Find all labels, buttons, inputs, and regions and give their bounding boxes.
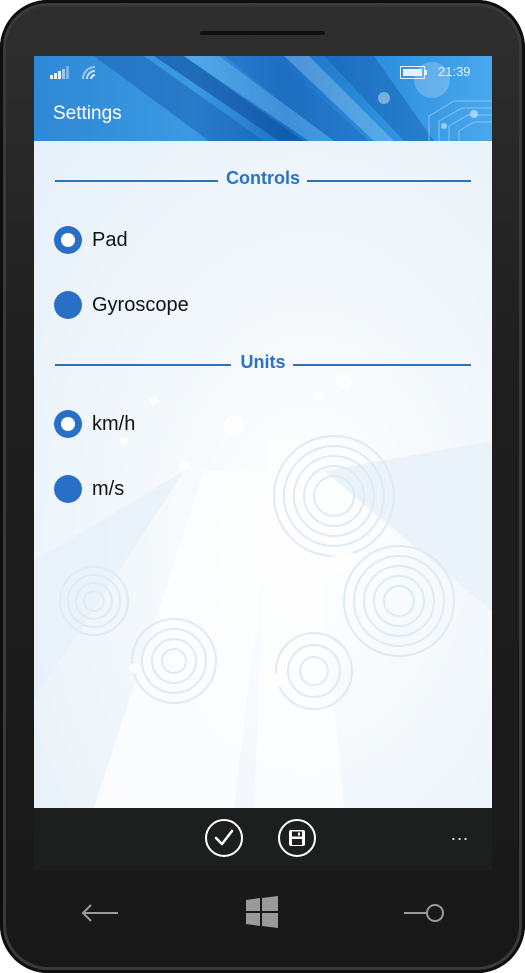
radio-button[interactable]	[54, 475, 82, 503]
radio-option-ms[interactable]: m/s	[54, 472, 124, 506]
check-icon	[214, 829, 234, 846]
radio-label: m/s	[92, 477, 125, 500]
earpiece-speaker	[200, 31, 325, 35]
battery-icon	[400, 66, 427, 79]
status-time: 21:39	[438, 64, 471, 79]
save-icon	[289, 830, 305, 846]
units-section-header: Units	[55, 351, 471, 377]
units-section-title: Units	[240, 352, 286, 372]
radio-option-kmh[interactable]: km/h	[54, 407, 135, 441]
radio-button-selected[interactable]	[54, 410, 82, 438]
radio-option-gyroscope[interactable]: Gyroscope	[54, 288, 189, 322]
page-header: 21:39 Settings	[34, 56, 492, 141]
more-options-button[interactable]: ...	[442, 825, 478, 851]
page-title: Settings	[53, 103, 122, 124]
phone-frame: 21:39 Settings Controls Pad Gyroscope Un…	[0, 0, 525, 973]
radio-label: Pad	[92, 228, 128, 251]
back-icon[interactable]	[80, 902, 120, 924]
settings-content: Controls Pad Gyroscope Units km/h m/s	[34, 141, 492, 808]
signal-icon	[50, 66, 69, 79]
windows-icon[interactable]	[245, 895, 279, 929]
screen: 21:39 Settings Controls Pad Gyroscope Un…	[34, 56, 492, 870]
accept-button[interactable]	[205, 819, 243, 857]
status-bar: 21:39	[34, 56, 492, 88]
radio-label: km/h	[92, 412, 136, 435]
radio-option-pad[interactable]: Pad	[54, 223, 128, 257]
wifi-icon	[82, 66, 96, 80]
radio-button[interactable]	[54, 291, 82, 319]
controls-section-header: Controls	[55, 167, 471, 193]
controls-section-title: Controls	[226, 168, 300, 188]
app-bar: ...	[34, 808, 492, 870]
save-button[interactable]	[278, 819, 316, 857]
radio-label: Gyroscope	[92, 293, 189, 316]
radio-button-selected[interactable]	[54, 226, 82, 254]
search-icon[interactable]	[402, 901, 446, 925]
